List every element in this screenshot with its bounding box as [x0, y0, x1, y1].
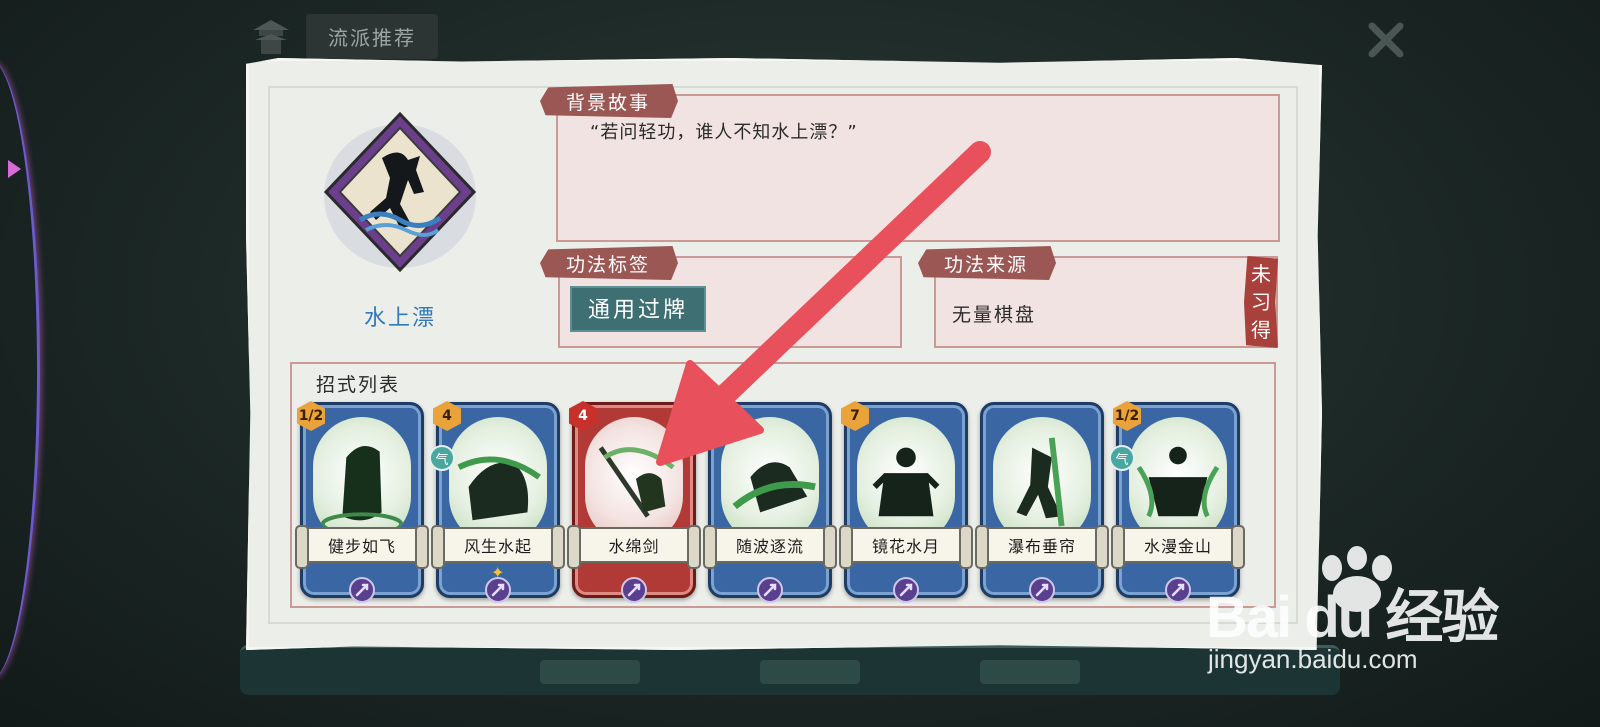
move-card-art [585, 417, 683, 545]
movement-type-icon [893, 577, 919, 603]
move-card-art [313, 417, 411, 545]
move-card[interactable]: 镜花水月 7 [839, 401, 973, 603]
qi-icon: 气 [1109, 445, 1135, 471]
move-card-art [721, 417, 819, 545]
stamp-char: 未 [1251, 262, 1271, 286]
movement-type-icon [1029, 577, 1055, 603]
skill-tag-chip[interactable]: 通用过牌 [572, 288, 705, 330]
move-card-art [857, 417, 955, 545]
movement-type-icon [349, 577, 375, 603]
top-bar: 流派推荐 [248, 13, 438, 59]
move-card-name: 随波逐流 [703, 525, 837, 569]
side-expand-arrow-icon[interactable] [8, 160, 21, 178]
move-card[interactable]: 随波逐流 [703, 402, 837, 603]
baidu-brand-text: Bai du 经验 [1206, 585, 1499, 650]
baidu-url-text: jingyan.baidu.com [1208, 644, 1418, 674]
move-card-name: 瀑布垂帘 [975, 525, 1109, 569]
skill-name: 水上漂 [363, 306, 436, 331]
move-card[interactable]: 水绵剑 4 [567, 401, 701, 603]
pagoda-icon [248, 16, 294, 56]
stamp-char: 习 [1251, 290, 1271, 314]
qi-icon: 气 [429, 445, 455, 471]
move-card-name: 镜花水月 [839, 525, 973, 569]
move-card-art [449, 417, 547, 545]
background-story-label: 背景故事 [540, 84, 679, 118]
skill-tag-label: 功法标签 [540, 246, 679, 280]
unlearned-stamp: 未 习 得 [1244, 256, 1278, 348]
move-card-name: 水绵剑 [567, 525, 701, 569]
bottom-bar [240, 645, 1340, 695]
move-card-name: 风生水起 [431, 525, 565, 569]
move-card-name: 健步如飞 [295, 525, 429, 569]
move-card-art [993, 417, 1091, 545]
skill-source-text: 无量棋盘 [952, 304, 1037, 326]
movement-type-icon [1165, 577, 1191, 603]
move-card[interactable]: 风生水起 4 气 ✦ [429, 401, 565, 603]
movement-type-icon [757, 577, 783, 603]
skill-source-label: 功法来源 [918, 246, 1057, 280]
move-card[interactable]: 健步如飞 1/2 [295, 401, 429, 603]
movement-type-icon [485, 577, 511, 603]
background-story-text: “若问轻功，谁人不知水上漂？” [590, 122, 858, 143]
close-icon[interactable] [1364, 18, 1408, 62]
move-list-title: 招式列表 [316, 374, 401, 396]
sword-type-icon [621, 577, 647, 603]
skill-emblem-icon [320, 108, 480, 278]
move-card[interactable]: 瀑布垂帘 [975, 402, 1109, 603]
move-card-art [1129, 417, 1227, 545]
screen-edge-glow [0, 60, 40, 680]
stamp-char: 得 [1251, 318, 1271, 342]
baidu-watermark: Bai du 经验 jingyan.baidu.com [1206, 546, 1506, 692]
page-title: 流派推荐 [306, 13, 438, 59]
